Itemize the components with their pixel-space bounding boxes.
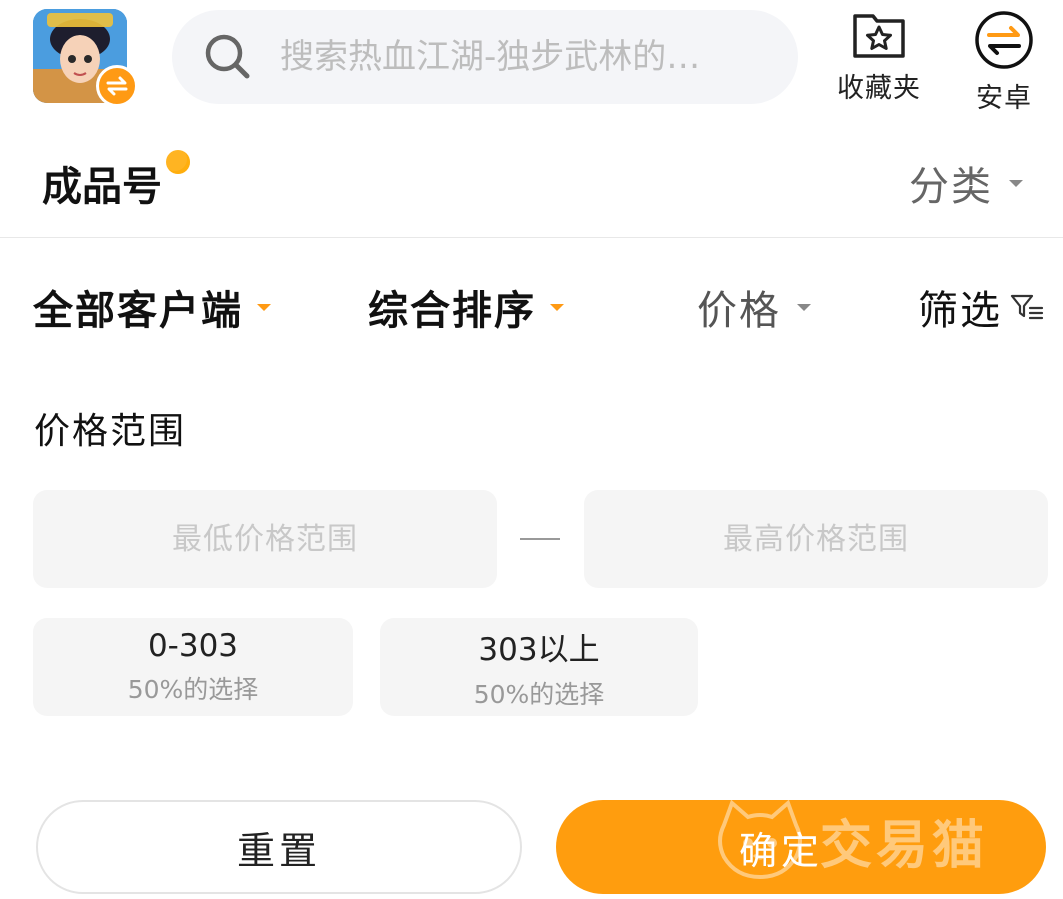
- price-chip-range: 303以上: [478, 631, 600, 668]
- sort-label: 综合排序: [368, 288, 536, 334]
- star-folder-icon: [853, 14, 905, 58]
- chevron-down-icon: [797, 303, 811, 311]
- price-chip-low[interactable]: 0-303 50%的选择: [33, 618, 353, 716]
- price-chip-high[interactable]: 303以上 50%的选择: [380, 618, 698, 716]
- category-dropdown[interactable]: 分类: [909, 154, 1023, 212]
- range-separator: [520, 538, 560, 540]
- favorites-label: 收藏夹: [837, 73, 921, 104]
- chevron-down-icon: [550, 303, 564, 311]
- price-range-title: 价格范围: [34, 411, 187, 452]
- sort-dropdown[interactable]: 综合排序: [368, 278, 564, 336]
- android-swap-icon: [975, 11, 1033, 69]
- advanced-filter-button[interactable]: 筛选: [918, 278, 1044, 336]
- confirm-button-label: 确定: [738, 828, 823, 873]
- page-title: 成品号: [42, 164, 162, 210]
- swap-icon: [96, 65, 138, 107]
- page: 收藏夹 安卓 成品号 分类 全部客户端 综合排序 价格: [0, 0, 1063, 899]
- client-filter-label: 全部客户端: [33, 288, 243, 334]
- client-filter-dropdown[interactable]: 全部客户端: [33, 278, 271, 336]
- search-bar[interactable]: [172, 10, 798, 104]
- platform-switch-button[interactable]: 安卓: [968, 10, 1040, 115]
- favorites-button[interactable]: 收藏夹: [836, 10, 922, 105]
- chevron-down-icon: [1009, 179, 1023, 187]
- title-row: 成品号 分类: [0, 128, 1063, 238]
- price-chip-share: 50%的选择: [127, 675, 259, 704]
- min-price-input[interactable]: [33, 490, 497, 588]
- price-chip-range: 0-303: [147, 628, 239, 664]
- game-avatar[interactable]: [33, 9, 138, 107]
- search-icon: [205, 34, 250, 79]
- header: 收藏夹 安卓: [0, 0, 1063, 120]
- filter-bar: 全部客户端 综合排序 价格 筛选: [0, 240, 1063, 360]
- price-label: 价格: [697, 288, 781, 334]
- advanced-filter-label: 筛选: [918, 288, 1002, 334]
- reset-button-label: 重置: [236, 828, 321, 873]
- price-chip-share: 50%的选择: [473, 679, 605, 709]
- confirm-button[interactable]: 确定: [556, 800, 1046, 894]
- price-dropdown[interactable]: 价格: [697, 278, 811, 336]
- reset-button[interactable]: 重置: [36, 800, 522, 894]
- filter-funnel-icon: [1010, 294, 1044, 320]
- max-price-input[interactable]: [584, 490, 1048, 588]
- platform-label: 安卓: [976, 83, 1032, 114]
- search-input[interactable]: [280, 37, 770, 77]
- title-dot-decoration: [166, 150, 190, 174]
- category-label: 分类: [909, 164, 993, 210]
- chevron-down-icon: [257, 303, 271, 311]
